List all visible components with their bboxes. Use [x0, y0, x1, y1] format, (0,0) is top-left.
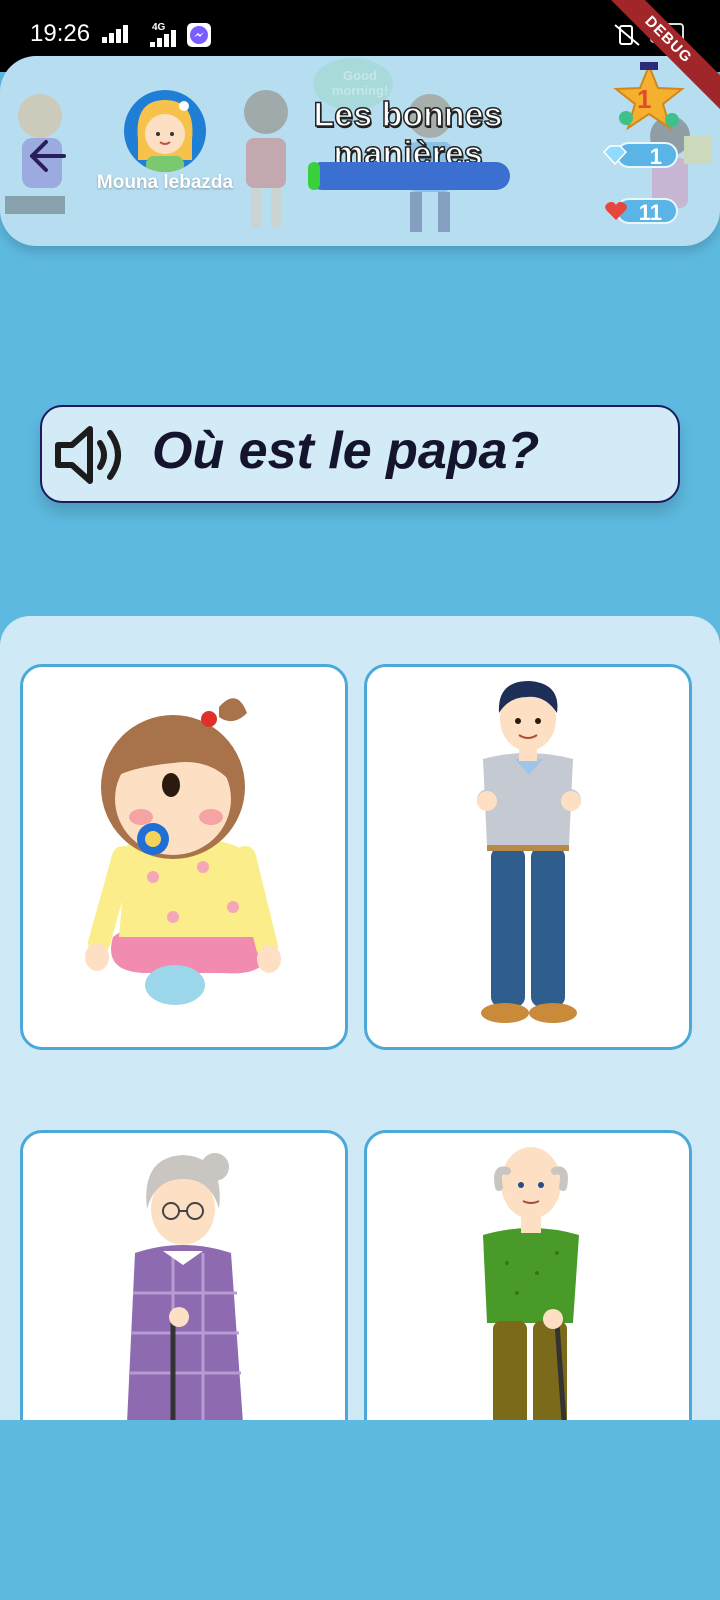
- lesson-progress-bar: [308, 162, 510, 190]
- progress-fill: [308, 162, 321, 190]
- avatar[interactable]: [124, 90, 206, 172]
- option-card-father[interactable]: [364, 664, 692, 1050]
- father-illustration: [477, 681, 581, 1023]
- heart-icon: [605, 201, 627, 220]
- option-card-grandmother[interactable]: [20, 1130, 348, 1420]
- signal-icon-2: [150, 28, 178, 47]
- answer-options-panel: [0, 616, 720, 1420]
- baby-girl-illustration: [85, 698, 281, 1005]
- messenger-icon: [187, 23, 211, 47]
- grandfather-illustration: [483, 1147, 579, 1420]
- option-card-grandfather[interactable]: [364, 1130, 692, 1420]
- question-box[interactable]: Où est le papa?: [40, 405, 680, 503]
- grandmother-illustration: [127, 1153, 243, 1420]
- back-arrow-icon[interactable]: [24, 132, 72, 180]
- diamond-icon: [602, 145, 628, 166]
- user-name: Mouna lebazda: [96, 172, 234, 193]
- signal-icon: [102, 24, 130, 43]
- option-card-baby[interactable]: [20, 664, 348, 1050]
- question-text: Où est le papa?: [152, 422, 540, 480]
- level-number: 1: [637, 84, 652, 114]
- header-card: Good morning! Mouna lebazda Les bonnes m…: [0, 56, 720, 246]
- status-time: 19:26: [30, 20, 91, 47]
- speaker-icon[interactable]: [54, 423, 130, 487]
